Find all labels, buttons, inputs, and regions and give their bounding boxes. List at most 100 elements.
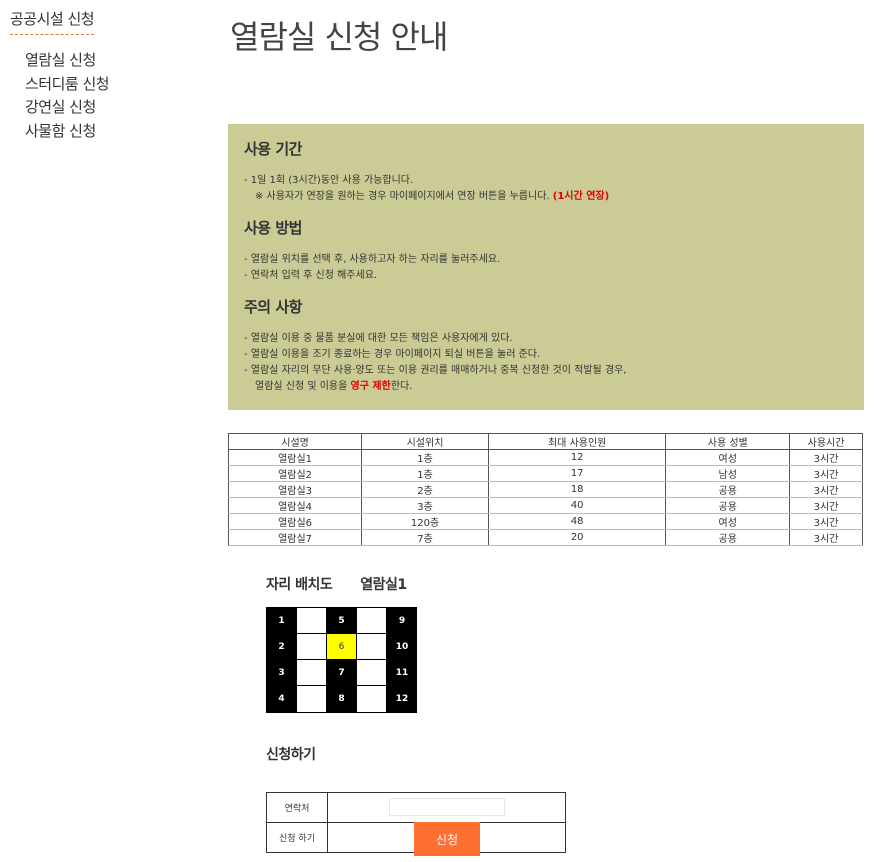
table-cell: 여성 [665, 449, 791, 466]
sidebar-title: 공공시설 신청 [10, 8, 95, 35]
usage-period-section: 사용 기간 - 1일 1회 (3시간)동안 사용 가능합니다. ※ 사용자가 연… [244, 138, 848, 205]
seat-7[interactable]: 7 [327, 660, 357, 686]
sidebar: 공공시설 신청 열람실 신청 스터디룸 신청 강연실 신청 사물함 신청 [10, 8, 190, 143]
usage-period-heading: 사용 기간 [244, 140, 302, 158]
table-row: 열람실4 3층 40 공용 3시간 [227, 497, 863, 514]
table-cell: 1층 [361, 465, 489, 482]
extension-note-text: ※ 사용자가 연장을 원하는 경우 마이페이지에서 연장 버튼을 누릅니다. [255, 191, 553, 202]
table-cell: 남성 [665, 465, 791, 482]
caution-line: - 열람실 이용 중 물품 분실에 대한 모든 책임은 사용자에게 있다. [244, 333, 513, 344]
apply-section-title: 신청하기 [266, 747, 316, 763]
column-header: 사용 성별 [665, 433, 791, 450]
apply-button-cell: 신청 [327, 822, 566, 856]
contact-row: 연락처 [266, 792, 566, 823]
column-header: 시설위치 [361, 433, 489, 450]
table-cell: 3시간 [789, 481, 863, 498]
table-cell: 공용 [665, 497, 791, 514]
permanent-restriction-highlight: 영구 제한 [350, 381, 391, 392]
info-box: 사용 기간 - 1일 1회 (3시간)동안 사용 가능합니다. ※ 사용자가 연… [228, 124, 864, 410]
table-row: 열람실1 1층 12 여성 3시간 [227, 449, 863, 466]
table-cell: 40 [487, 497, 667, 514]
table-cell: 2층 [361, 481, 489, 498]
aisle-cell [297, 608, 327, 634]
seat-5[interactable]: 5 [327, 608, 357, 634]
sidebar-item-study-room[interactable]: 스터디룸 신청 [25, 73, 190, 97]
seat-map-header: 자리 배치도 열람실1 [266, 574, 407, 594]
table-cell: 공용 [665, 481, 791, 498]
caution-line-end: 한다. [390, 381, 413, 392]
apply-row: 신청 하기 신청 [266, 822, 566, 856]
seat-1[interactable]: 1 [267, 608, 297, 634]
caution-line: - 열람실 자리의 무단 사용·양도 또는 이용 권리를 매매하거나 중복 신청… [244, 365, 627, 376]
seat-6[interactable]: 6 [327, 634, 357, 660]
sidebar-item-lecture-room[interactable]: 강연실 신청 [25, 96, 190, 120]
table-cell: 열람실2 [227, 465, 363, 482]
column-header: 최대 사용인원 [487, 433, 667, 450]
contact-input[interactable] [389, 798, 505, 816]
caution-line: - 열람실 이용을 조기 종료하는 경우 마이페이지 퇴실 버튼을 눌러 준다. [244, 349, 541, 360]
seat-map-label: 자리 배치도 [266, 577, 333, 593]
seat-8[interactable]: 8 [327, 686, 357, 712]
table-cell: 3시간 [789, 513, 863, 530]
table-cell: 120층 [361, 513, 489, 530]
table-cell: 18 [487, 481, 667, 498]
table-row: 열람실6 120층 48 여성 3시간 [227, 513, 863, 530]
seat-10[interactable]: 10 [387, 634, 417, 660]
table-row: 열람실3 2층 18 공용 3시간 [227, 481, 863, 498]
aisle-cell [297, 660, 327, 686]
table-cell: 3시간 [789, 529, 863, 546]
apply-label: 신청 하기 [266, 822, 328, 853]
table-row: 열람실2 1층 17 남성 3시간 [227, 465, 863, 482]
seat-3[interactable]: 3 [267, 660, 297, 686]
contact-field-cell [327, 792, 566, 823]
aisle-cell [357, 660, 387, 686]
seat-12[interactable]: 12 [387, 686, 417, 712]
seat-2[interactable]: 2 [267, 634, 297, 660]
aisle-cell [357, 634, 387, 660]
table-cell: 열람실6 [227, 513, 363, 530]
extension-highlight: (1시간 연장) [552, 191, 610, 202]
table-cell: 열람실3 [227, 481, 363, 498]
usage-method-heading: 사용 방법 [244, 219, 302, 237]
table-cell: 열람실4 [227, 497, 363, 514]
usage-period-note: ※ 사용자가 연장을 원하는 경우 마이페이지에서 연장 버튼을 누릅니다. (… [244, 189, 848, 205]
usage-method-line: - 열람실 위치를 선택 후, 사용하고자 하는 자리를 눌러주세요. [244, 254, 501, 265]
table-row: 열람실7 7층 20 공용 3시간 [227, 529, 863, 546]
aisle-cell [297, 686, 327, 712]
apply-form: 연락처 신청 하기 신청 [266, 792, 566, 856]
caution-section: 주의 사항 - 열람실 이용 중 물품 분실에 대한 모든 책임은 사용자에게 … [244, 296, 848, 395]
table-cell: 열람실7 [227, 529, 363, 546]
caution-heading: 주의 사항 [244, 298, 302, 316]
table-cell: 20 [487, 529, 667, 546]
table-cell: 3시간 [789, 465, 863, 482]
table-cell: 17 [487, 465, 667, 482]
sidebar-item-reading-room[interactable]: 열람실 신청 [25, 49, 190, 73]
seat-11[interactable]: 11 [387, 660, 417, 686]
table-cell: 열람실1 [227, 449, 363, 466]
usage-period-line: - 1일 1회 (3시간)동안 사용 가능합니다. [244, 175, 414, 186]
apply-button[interactable]: 신청 [414, 822, 480, 856]
table-cell: 3시간 [789, 449, 863, 466]
seat-4[interactable]: 4 [267, 686, 297, 712]
page-title: 열람실 신청 안내 [230, 18, 448, 56]
table-cell: 1층 [361, 449, 489, 466]
usage-method-section: 사용 방법 - 열람실 위치를 선택 후, 사용하고자 하는 자리를 눌러주세요… [244, 217, 848, 284]
sidebar-item-locker[interactable]: 사물함 신청 [25, 120, 190, 144]
aisle-cell [357, 686, 387, 712]
caution-line: 열람실 신청 및 이용을 영구 제한한다. [244, 379, 848, 395]
column-header: 시설명 [227, 433, 363, 450]
sidebar-menu: 열람실 신청 스터디룸 신청 강연실 신청 사물함 신청 [10, 49, 190, 143]
table-cell: 12 [487, 449, 667, 466]
table-cell: 여성 [665, 513, 791, 530]
table-cell: 7층 [361, 529, 489, 546]
seat-9[interactable]: 9 [387, 608, 417, 634]
table-header-row: 시설명 시설위치 최대 사용인원 사용 성별 사용시간 [227, 433, 863, 450]
contact-label: 연락처 [266, 792, 328, 823]
table-cell: 공용 [665, 529, 791, 546]
usage-method-line: - 연락처 입력 후 신청 해주세요. [244, 270, 378, 281]
aisle-cell [357, 608, 387, 634]
aisle-cell [297, 634, 327, 660]
table-cell: 48 [487, 513, 667, 530]
table-cell: 3층 [361, 497, 489, 514]
facility-table: 시설명 시설위치 최대 사용인원 사용 성별 사용시간 열람실1 1층 12 여성 3시… [227, 433, 863, 546]
